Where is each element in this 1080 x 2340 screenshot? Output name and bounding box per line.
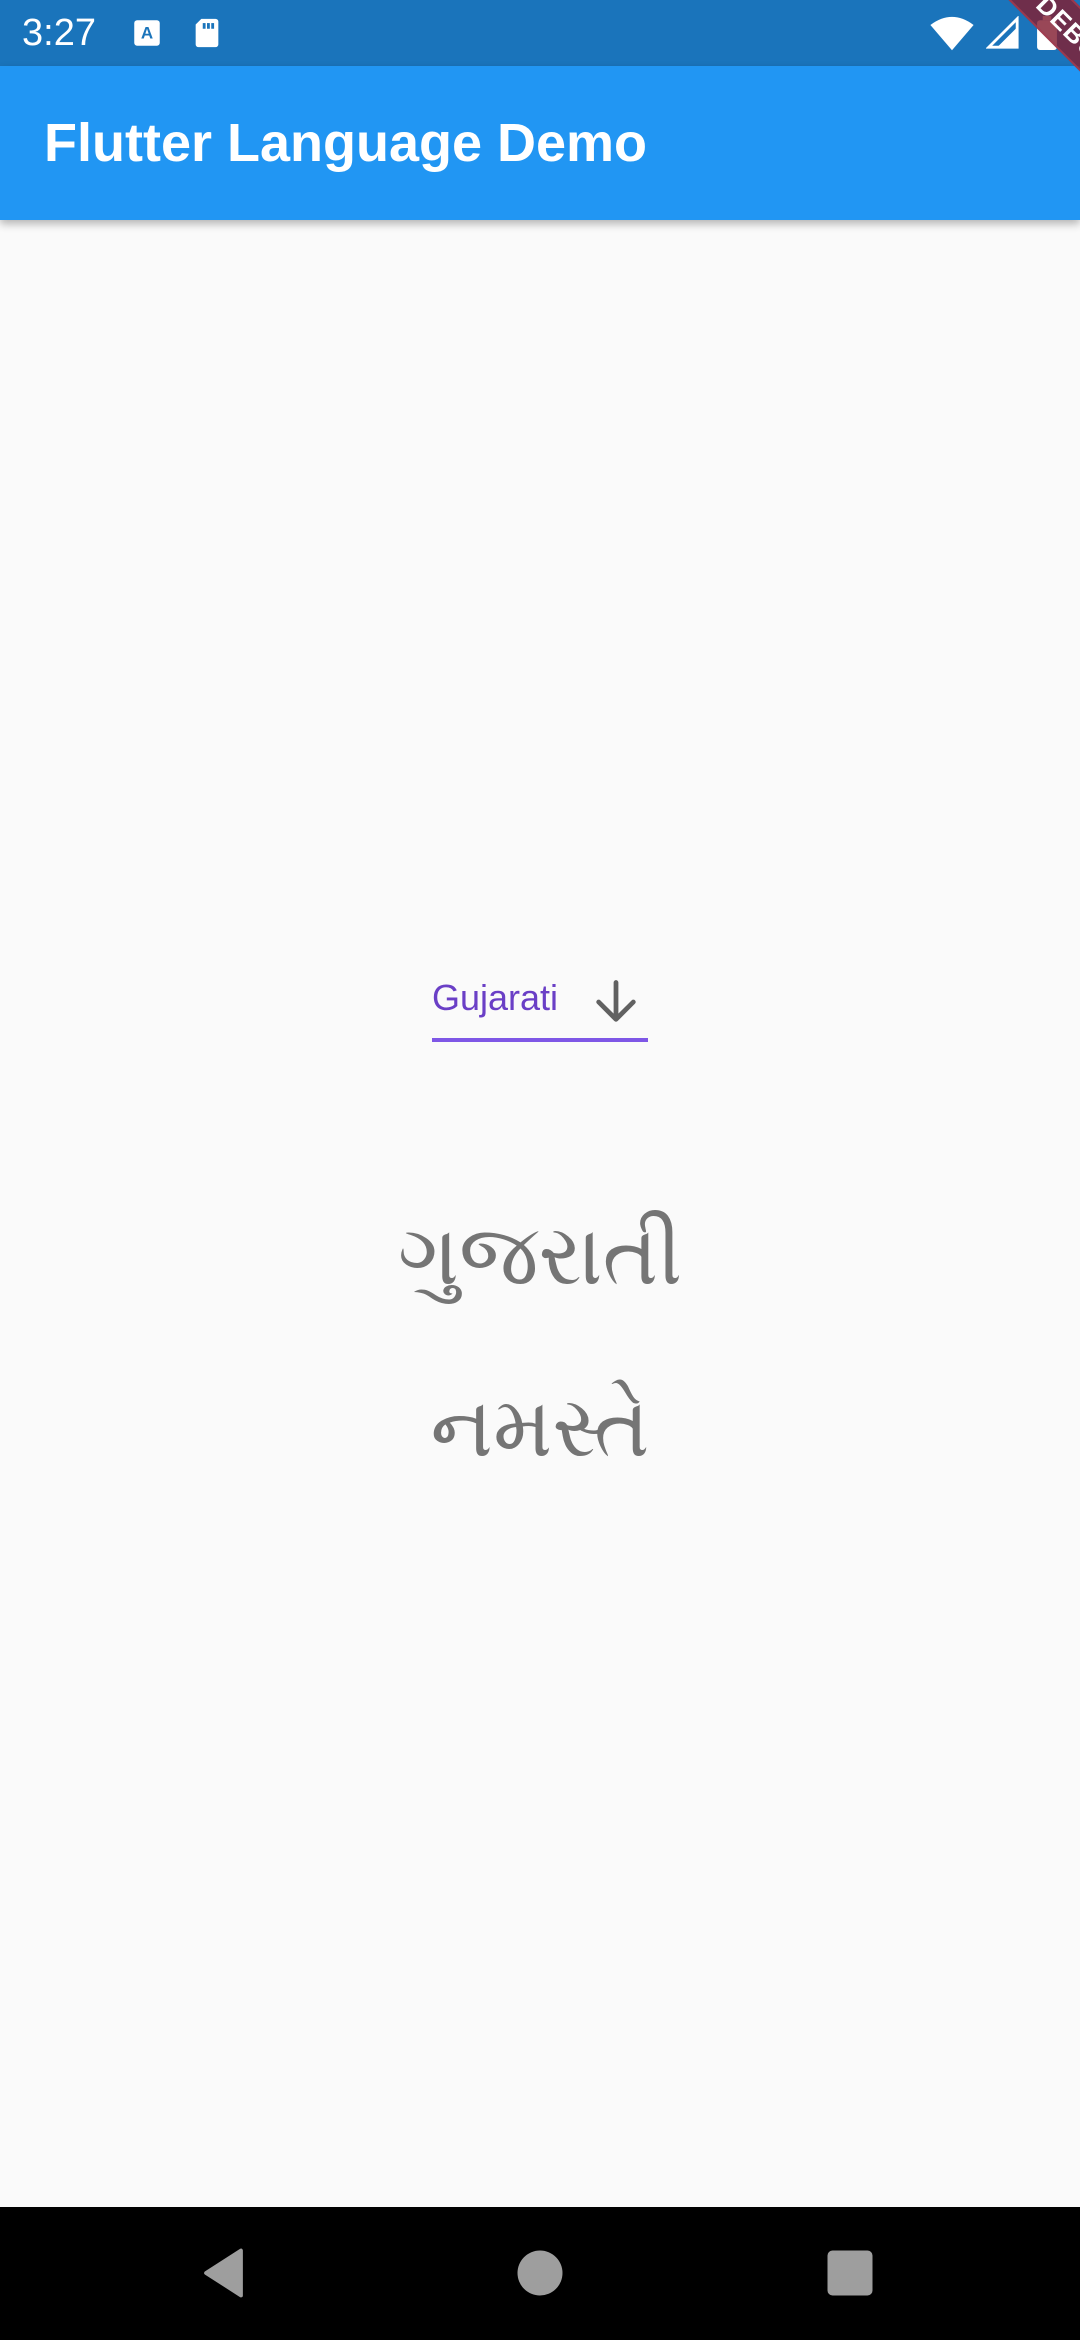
app-screen: 3:27 A Flutter Language Demo DEBUG Gujar… <box>0 0 1080 2340</box>
back-icon[interactable] <box>196 2243 256 2303</box>
language-name-text: ગુજરાતી <box>397 1206 683 1304</box>
dropdown-selected-value: Gujarati <box>432 977 559 1018</box>
system-nav-bar <box>0 2207 1080 2340</box>
home-icon[interactable] <box>510 2243 570 2303</box>
app-bar: Flutter Language Demo <box>0 66 1080 220</box>
sd-card-icon <box>190 16 224 50</box>
status-time: 3:27 <box>22 12 96 54</box>
arrow-down-icon <box>590 976 642 1028</box>
recents-icon[interactable] <box>820 2243 880 2303</box>
wifi-icon <box>930 16 974 52</box>
status-bar: 3:27 A <box>0 0 1080 66</box>
language-dropdown[interactable]: Gujarati <box>432 968 648 1042</box>
signal-icon <box>986 16 1020 50</box>
svg-text:A: A <box>141 24 153 43</box>
app-title: Flutter Language Demo <box>44 113 648 173</box>
greeting-text: નમસ્તે <box>430 1378 650 1476</box>
text-input-icon: A <box>130 16 164 50</box>
